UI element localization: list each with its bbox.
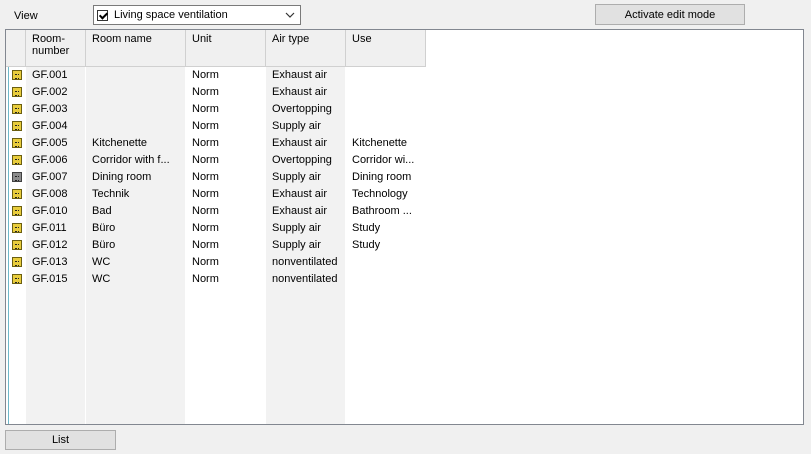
cell-air-type: nonventilated <box>272 256 338 268</box>
cell-name: Büro <box>92 239 116 251</box>
cell-number: GF.008 <box>32 188 68 200</box>
room-icon <box>12 257 22 267</box>
cell-name: Corridor with f... <box>92 154 170 166</box>
cell-use: Dining room <box>352 171 412 183</box>
cell-air-type: Supply air <box>272 222 321 234</box>
cell-unit: Norm <box>192 137 219 149</box>
cell-unit: Norm <box>192 188 219 200</box>
cell-use: Bathroom ... <box>352 205 412 217</box>
room-icon <box>12 155 22 165</box>
header-unit[interactable]: Unit <box>192 33 212 45</box>
cell-air-type: Overtopping <box>272 154 332 166</box>
table-row[interactable]: GF.005 Kitchenette Norm Exhaust air Kitchene… <box>6 135 426 152</box>
cell-number: GF.002 <box>32 86 68 98</box>
room-icon <box>12 138 22 148</box>
cell-number: GF.015 <box>32 273 68 285</box>
cell-use: Study <box>352 222 381 234</box>
cell-unit: Norm <box>192 239 219 251</box>
cell-name: WC <box>92 256 111 268</box>
activate-edit-mode-button[interactable]: Activate edit mode <box>595 4 745 25</box>
room-icon <box>12 274 22 284</box>
room-icon <box>12 240 22 250</box>
room-icon <box>12 70 22 80</box>
cell-number: GF.001 <box>32 69 68 81</box>
cell-air-type: Exhaust air <box>272 188 328 200</box>
cell-air-type: Exhaust air <box>272 86 328 98</box>
cell-number: GF.010 <box>32 205 68 217</box>
cell-name: Dining room <box>92 171 152 183</box>
table-row[interactable]: GF.010 Bad Norm Exhaust air Bathroom ... <box>6 203 426 220</box>
header-room-name[interactable]: Room name <box>92 33 152 45</box>
room-icon <box>12 121 22 131</box>
cell-name: Technik <box>92 188 130 200</box>
header-room-number[interactable]: Room- number <box>32 33 69 57</box>
cell-unit: Norm <box>192 154 219 166</box>
table-row[interactable]: GF.013 WC Norm nonventilated <box>6 254 426 271</box>
table-row[interactable]: GF.003 Norm Overtopping <box>6 101 426 118</box>
table-row[interactable]: GF.006 Corridor with f... Norm Overtopping C… <box>6 152 426 169</box>
table-header: Room- number Room name Unit Air type Use <box>6 30 426 67</box>
cell-air-type: Supply air <box>272 239 321 251</box>
view-label: View <box>14 10 38 22</box>
cell-air-type: nonventilated <box>272 273 338 285</box>
cell-number: GF.003 <box>32 103 68 115</box>
cell-use: Technology <box>352 188 408 200</box>
room-icon <box>12 223 22 233</box>
room-icon-dark <box>12 172 22 182</box>
room-table[interactable]: Room- number Room name Unit Air type Use… <box>5 29 804 425</box>
cell-unit: Norm <box>192 222 219 234</box>
cell-name: Bad <box>92 205 112 217</box>
cell-number: GF.007 <box>32 171 68 183</box>
cell-air-type: Overtopping <box>272 103 332 115</box>
table-row[interactable]: GF.015 WC Norm nonventilated <box>6 271 426 288</box>
cell-use: Kitchenette <box>352 137 408 149</box>
room-icon <box>12 206 22 216</box>
cell-unit: Norm <box>192 256 219 268</box>
cell-name: WC <box>92 273 111 285</box>
cell-use: Study <box>352 239 381 251</box>
cell-unit: Norm <box>192 86 219 98</box>
cell-unit: Norm <box>192 171 219 183</box>
chevron-down-icon[interactable] <box>282 7 298 23</box>
cell-number: GF.011 <box>32 222 67 234</box>
cell-name: Büro <box>92 222 116 234</box>
cell-use: Corridor wi... <box>352 154 415 166</box>
room-icon <box>12 104 22 114</box>
table-row[interactable]: GF.008 Technik Norm Exhaust air Technology <box>6 186 426 203</box>
cell-number: GF.013 <box>32 256 68 268</box>
cell-number: GF.004 <box>32 120 68 132</box>
table-row[interactable]: GF.004 Norm Supply air <box>6 118 426 135</box>
cell-unit: Norm <box>192 273 219 285</box>
table-row[interactable]: GF.011 Büro Norm Supply air Study <box>6 220 426 237</box>
table-row[interactable]: GF.012 Büro Norm Supply air Study <box>6 237 426 254</box>
cell-unit: Norm <box>192 120 219 132</box>
cell-number: GF.005 <box>32 137 68 149</box>
cell-air-type: Supply air <box>272 120 321 132</box>
cell-unit: Norm <box>192 205 219 217</box>
table-row[interactable]: GF.007 Dining room Norm Supply air Dining ro… <box>6 169 426 186</box>
header-use[interactable]: Use <box>352 33 372 45</box>
cell-air-type: Exhaust air <box>272 69 328 81</box>
view-selected-value: Living space ventilation <box>114 9 228 21</box>
list-button[interactable]: List <box>5 430 116 450</box>
cell-air-type: Exhaust air <box>272 137 328 149</box>
table-row[interactable]: GF.002 Norm Exhaust air <box>6 84 426 101</box>
cell-unit: Norm <box>192 69 219 81</box>
cell-air-type: Supply air <box>272 171 321 183</box>
cell-name: Kitchenette <box>92 137 148 149</box>
header-air-type[interactable]: Air type <box>272 33 309 45</box>
table-row[interactable]: GF.001 Norm Exhaust air <box>6 67 426 84</box>
cell-number: GF.012 <box>32 239 68 251</box>
cell-air-type: Exhaust air <box>272 205 328 217</box>
cell-number: GF.006 <box>32 154 68 166</box>
cell-unit: Norm <box>192 103 219 115</box>
view-checkbox[interactable] <box>97 9 108 21</box>
room-icon <box>12 189 22 199</box>
room-icon <box>12 87 22 97</box>
view-dropdown[interactable]: Living space ventilation <box>93 5 301 25</box>
